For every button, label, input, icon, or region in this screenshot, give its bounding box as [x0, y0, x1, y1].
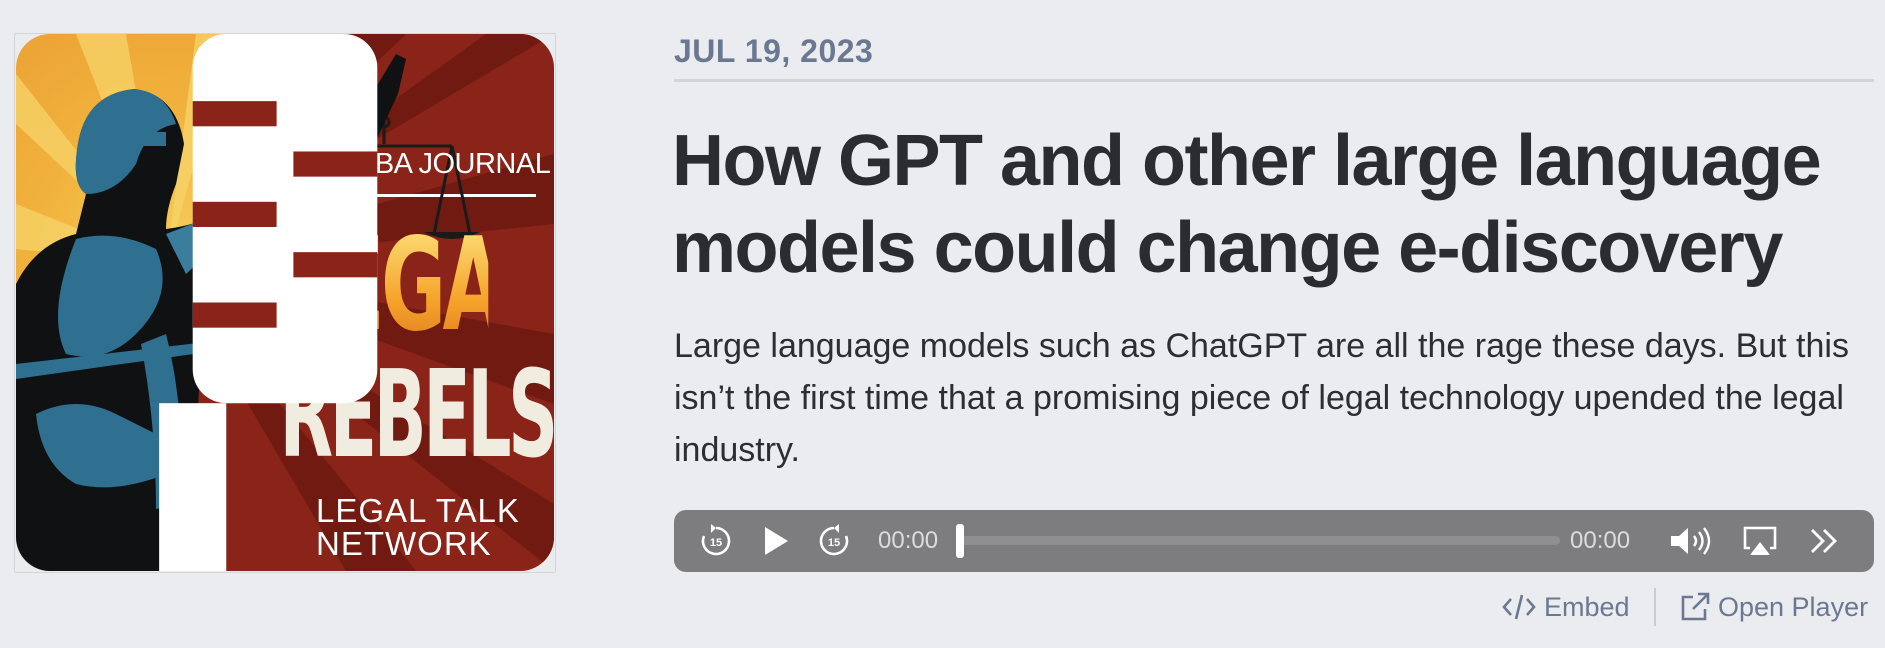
microphone-icon	[159, 34, 378, 571]
episode-title: How GPT and other large language models …	[672, 121, 1822, 288]
embed-link[interactable]: Embed	[1502, 582, 1630, 632]
speed-chevrons-icon	[1811, 529, 1837, 553]
episode-links: Embed Open Player	[1490, 582, 1880, 632]
volume-icon	[1671, 527, 1711, 555]
podcast-artwork: ABA JOURNAL LEGAL REBELS LEGAL TALK NETW…	[16, 34, 554, 571]
episode-description: Large language models such as ChatGPT ar…	[674, 327, 1849, 469]
forward-15-button[interactable]: 15	[814, 510, 854, 572]
play-icon	[765, 527, 788, 555]
divider	[674, 79, 1874, 82]
progress-handle[interactable]	[956, 524, 964, 558]
volume-button[interactable]	[1668, 510, 1716, 572]
forward-15-icon: 15	[819, 524, 849, 556]
open-player-label: Open Player	[1718, 591, 1869, 622]
artwork-network-line1: LEGAL TALK	[316, 492, 520, 529]
progress-track[interactable]	[960, 536, 1560, 545]
duration-time: 00:00	[1570, 527, 1631, 554]
rewind-15-button[interactable]: 15	[696, 510, 736, 572]
external-link-icon	[1681, 592, 1710, 621]
airplay-button[interactable]	[1740, 510, 1780, 572]
code-icon	[1502, 594, 1536, 620]
svg-text:15: 15	[710, 537, 722, 549]
airplay-icon	[1743, 526, 1777, 555]
artwork-network-line2: NETWORK	[316, 525, 492, 562]
svg-text:15: 15	[828, 537, 840, 549]
episode-date: JUL 19, 2023	[674, 33, 874, 69]
open-player-link[interactable]: Open Player	[1680, 582, 1868, 632]
audio-player: 15 15 00:00 00:00	[674, 510, 1874, 572]
rewind-15-icon: 15	[701, 524, 731, 556]
play-button[interactable]	[756, 510, 796, 572]
links-separator	[1654, 588, 1656, 626]
podcast-episode-card: ABA JOURNAL LEGAL REBELS LEGAL TALK NETW…	[0, 0, 1885, 648]
embed-label: Embed	[1544, 591, 1630, 622]
speed-button[interactable]	[1804, 510, 1844, 572]
current-time: 00:00	[878, 527, 939, 554]
